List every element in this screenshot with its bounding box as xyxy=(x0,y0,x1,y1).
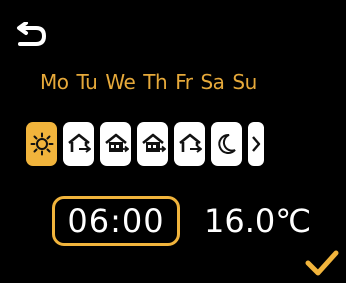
mode-tile-arrive[interactable] xyxy=(63,122,94,166)
chevron-right-icon xyxy=(252,136,261,152)
sun-icon xyxy=(30,132,53,156)
day-thursday[interactable]: Th xyxy=(143,70,167,94)
next-modes-button[interactable] xyxy=(248,122,264,166)
day-monday[interactable]: Mo xyxy=(40,70,69,94)
temperature-value[interactable]: 16.0℃ xyxy=(204,196,311,246)
back-arrow-icon[interactable] xyxy=(14,22,48,52)
day-sunday[interactable]: Su xyxy=(232,70,257,94)
mode-tile-return[interactable] xyxy=(174,122,205,166)
mode-tile-day[interactable] xyxy=(26,122,57,166)
home-arrive-icon xyxy=(67,133,91,153)
time-field[interactable]: 06:00 xyxy=(52,196,180,246)
moon-icon xyxy=(217,133,236,154)
home-eco-icon xyxy=(141,133,166,153)
home-arrive-icon xyxy=(178,133,202,153)
mode-tile-eco-1[interactable] xyxy=(100,122,131,166)
mode-tile-night[interactable] xyxy=(211,122,242,166)
mode-selector xyxy=(26,122,264,166)
day-saturday[interactable]: Sa xyxy=(200,70,224,94)
day-friday[interactable]: Fr xyxy=(175,70,193,94)
day-tuesday[interactable]: Tu xyxy=(77,70,98,94)
mode-tile-eco-2[interactable] xyxy=(137,122,168,166)
thermostat-screen: Mo Tu We Th Fr Sa Su 06:00 16.0℃ xyxy=(0,0,346,283)
day-wednesday[interactable]: We xyxy=(105,70,135,94)
checkmark-icon[interactable] xyxy=(304,248,340,278)
home-eco-icon xyxy=(104,133,129,153)
weekday-row: Mo Tu We Th Fr Sa Su xyxy=(40,70,257,94)
